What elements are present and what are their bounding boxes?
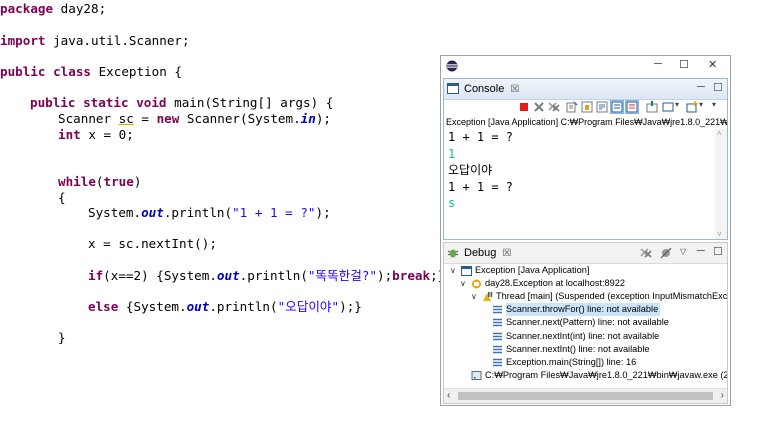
terminate-icon[interactable] [518, 101, 530, 113]
display-selected-console-icon[interactable] [662, 101, 674, 113]
tree-expand-chevron-icon[interactable]: ∨ [450, 264, 456, 277]
debug-tree-item[interactable]: ∨ Exception [Java Application] [444, 264, 727, 277]
code-line-if: if(x==2) {System.out.println("똑똑한걸?");br… [88, 268, 446, 283]
console-output-line: 1 + 1 = ? [448, 130, 514, 144]
process-icon [471, 370, 482, 380]
debug-view: Debug ☒ ▽ ─ ☐ ∨ Exception [Java Applicatio… [443, 242, 728, 404]
code-line-while: while(true) [58, 174, 142, 189]
window-maximize-button[interactable]: ☐ [679, 58, 689, 71]
scroll-up-arrow-icon[interactable]: ˄ [717, 129, 722, 138]
stack-frame-icon [493, 305, 502, 314]
debug-view-header: Debug ☒ ▽ ─ ☐ [444, 243, 727, 264]
stack-frame-icon [493, 345, 502, 353]
console-tab-close-icon[interactable]: ☒ [510, 84, 519, 95]
code-line-class: public class Exception { [0, 64, 183, 79]
debug-minimize-button[interactable]: ─ [697, 245, 705, 257]
pin-console-icon[interactable] [646, 101, 658, 113]
console-view: Console ☒ ─ ☐ ▾ ▾ ▾ Exception [Java Appli… [443, 78, 728, 240]
debug-tab[interactable]: Debug ☒ [444, 243, 511, 263]
debug-view-menu-icon[interactable]: ▽ [680, 247, 686, 256]
debug-tree-item[interactable]: Scanner.next(Pattern) line: not availabl… [444, 316, 727, 329]
debug-tree-item-label: Exception [Java Application] [475, 265, 590, 275]
tree-expand-chevron-icon[interactable]: ∨ [460, 277, 466, 290]
horizontal-scrollbar-thumb[interactable] [458, 392, 713, 400]
scroll-lock-icon[interactable] [581, 101, 593, 113]
debug-maximize-button[interactable]: ☐ [713, 245, 723, 258]
console-tab-label: Console [464, 83, 505, 95]
remove-launch-icon[interactable] [533, 101, 545, 113]
window-titlebar[interactable]: ─ ☐ ✕ [441, 56, 730, 76]
code-line-else: else {System.out.println("오답이야");} [88, 299, 362, 314]
java-app-icon [461, 266, 472, 276]
console-toolbar: ▾ ▾ ▾ [444, 99, 727, 115]
debug-tree-item-label: day28.Exception at localhost:8922 [485, 278, 625, 289]
debug-tree-item-label: Scanner.nextInt(int) line: not available [506, 330, 660, 341]
code-line-package: package day28; [0, 1, 107, 16]
debug-tab-label: Debug [464, 247, 497, 259]
debug-tree-item-label: Thread [main] (Suspended (exception Inpu… [496, 291, 727, 302]
vm-icon [472, 279, 481, 289]
console-tab[interactable]: Console ☒ [444, 79, 519, 99]
stack-frame-icon [493, 319, 502, 327]
debug-tree-item-label: C:₩Program Files₩Java₩jre1.8.0_221₩bin₩j… [485, 369, 727, 380]
stack-frame-icon [493, 358, 502, 366]
show-console-on-stdout-icon[interactable] [610, 100, 624, 114]
debug-bug-icon [447, 249, 459, 258]
debug-tree-item-label: Scanner.next(Pattern) line: not availabl… [506, 317, 669, 328]
tree-expand-chevron-icon[interactable]: ∨ [471, 290, 477, 303]
console-minimize-button[interactable]: ─ [697, 81, 705, 93]
console-maximize-button[interactable]: ☐ [713, 81, 723, 94]
remove-all-terminated-icon[interactable] [548, 101, 560, 113]
scroll-left-arrow-icon[interactable]: ‹ [447, 389, 450, 403]
debug-tree-item[interactable]: ∨ Thread [main] (Suspended (exception Inp… [444, 290, 727, 303]
console-output[interactable]: 1 + 1 = ? 1 오답이야 1 + 1 = ? s [446, 129, 714, 239]
debug-tree-item-label: Scanner.nextInt() line: not available [506, 343, 650, 354]
code-line-import: import java.util.Scanner; [0, 33, 190, 48]
detached-views-window: ─ ☐ ✕ Console ☒ ─ ☐ ▾ ▾ ▾ Exception [Jav… [440, 55, 731, 406]
debug-tree-item[interactable]: Scanner.nextInt() line: not available [444, 343, 727, 356]
skip-all-breakpoints-icon[interactable] [660, 247, 672, 259]
console-input-line: 1 [448, 146, 456, 161]
open-console-dropdown-icon[interactable]: ▾ [699, 100, 703, 109]
debug-tree-item-label: Scanner.throwFor() line: not available [506, 303, 661, 317]
code-editor[interactable]: package day28; import java.util.Scanner;… [0, 0, 445, 423]
console-output-line: 1 + 1 = ? [448, 179, 514, 194]
console-input-line: s [448, 196, 456, 210]
window-minimize-button[interactable]: ─ [654, 58, 662, 70]
debug-horizontal-scrollbar[interactable]: ‹ › [444, 388, 727, 403]
open-console-icon[interactable] [686, 101, 698, 113]
window-close-button[interactable]: ✕ [708, 58, 717, 71]
view-menu-icon[interactable]: ▾ [712, 100, 716, 109]
code-line-int: int x = 0; [58, 127, 134, 142]
console-vertical-scrollbar[interactable]: ˄ ˅ [715, 129, 727, 239]
scroll-down-arrow-icon[interactable]: ˅ [717, 230, 722, 239]
code-line-brace-close: } [58, 330, 66, 345]
remove-all-terminated-launches-icon[interactable] [640, 247, 652, 259]
console-process-description: Exception [Java Application] C:₩Program … [446, 117, 727, 127]
console-view-header: Console ☒ ─ ☐ [444, 79, 727, 100]
word-wrap-icon[interactable] [596, 101, 608, 113]
debug-tree-item[interactable]: Exception.main(String[]) line: 16 [444, 356, 727, 369]
console-output-line: 오답이야 [448, 163, 493, 177]
debug-tree-item[interactable]: C:₩Program Files₩Java₩jre1.8.0_221₩bin₩j… [444, 369, 727, 382]
code-line-println-question: System.out.println("1 + 1 = ?"); [88, 205, 331, 220]
scroll-right-arrow-icon[interactable]: › [721, 389, 724, 403]
debug-tab-close-icon[interactable]: ☒ [502, 248, 511, 259]
debug-tree-item-label: Exception.main(String[]) line: 16 [506, 356, 637, 367]
debug-launch-tree[interactable]: ∨ Exception [Java Application] ∨ day28.Exce… [444, 264, 727, 390]
debug-tree-item[interactable]: ∨ day28.Exception at localhost:8922 [444, 277, 727, 290]
eclipse-icon [446, 60, 458, 72]
console-icon [447, 83, 459, 94]
code-line-nextint: x = sc.nextInt(); [88, 236, 217, 251]
show-console-on-stderr-icon[interactable] [625, 100, 639, 114]
stack-frame-icon [493, 332, 502, 340]
code-line-brace-open: { [58, 190, 66, 205]
clear-console-icon[interactable] [566, 101, 578, 113]
debug-tree-item[interactable]: Scanner.nextInt(int) line: not available [444, 330, 727, 343]
thread-suspended-icon [483, 292, 493, 302]
display-selected-console-dropdown-icon[interactable]: ▾ [675, 100, 679, 109]
debug-tree-item[interactable]: Scanner.throwFor() line: not available [444, 303, 727, 317]
